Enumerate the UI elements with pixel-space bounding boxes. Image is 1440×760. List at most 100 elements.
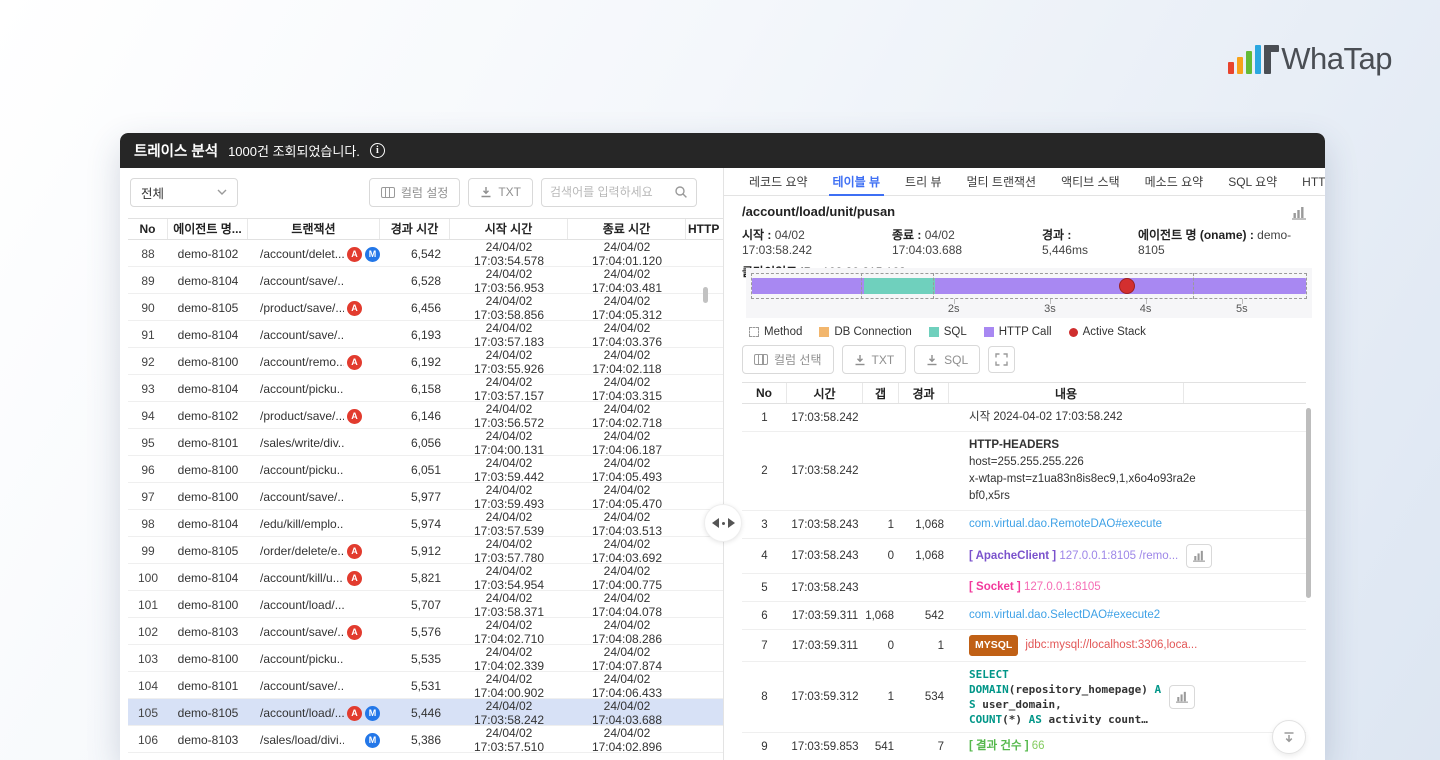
cell-transaction: /account/load/... A M — [248, 705, 380, 721]
cell-content: MYSQL jdbc:mysql://localhost:3306,loca... — [949, 630, 1306, 661]
resize-dot-icon — [721, 521, 725, 525]
expand-button[interactable] — [988, 346, 1016, 373]
left-scrollbar[interactable] — [703, 287, 708, 303]
cell-start-time: 24/04/02 17:04:02.710 — [473, 618, 545, 646]
search-input[interactable] — [550, 185, 674, 199]
column-header[interactable]: 내용 — [949, 383, 1184, 403]
column-header[interactable]: 시간 — [787, 383, 863, 403]
trace-row[interactable]: 5 17:03:58.243 [ Socket ] 127.0.0.1:8105 — [742, 574, 1306, 602]
trace-row[interactable]: 4 17:03:58.243 0 1,068 [ ApacheClient ] 127.… — [742, 539, 1306, 574]
cell-transaction: /product/save/... A — [248, 300, 380, 316]
timeline-legend: Method DB Connection SQL HTTP Call Active St… — [749, 326, 1146, 338]
table-row[interactable]: 93 demo-8104/account/picku... 6,158 24/04/0… — [128, 375, 723, 403]
transaction-path: /account/load/... — [260, 706, 344, 720]
cell-no: 91 — [141, 328, 155, 342]
cell-no: 94 — [141, 409, 155, 423]
table-row[interactable]: 106 demo-8103/sales/load/divi... M 5,386 24/… — [128, 726, 723, 754]
table-row[interactable]: 99 demo-8105/order/delete/e... A 5,912 24/04… — [128, 537, 723, 565]
column-header[interactable]: 트랜잭션 — [248, 219, 380, 239]
cell-content: SELECT DOMAIN(repository_homepage) AS use… — [949, 662, 1306, 732]
cell-no: 3 — [761, 518, 768, 531]
trace-row[interactable]: 6 17:03:59.311 1,068 542 com.virtual.dao.Sel… — [742, 602, 1306, 630]
cell-elapsed: 5,531 — [410, 679, 441, 693]
row-chart-button[interactable] — [1186, 544, 1213, 568]
column-select-button[interactable]: 컬럼 선택 — [742, 345, 834, 374]
transaction-path: /product/save/... — [260, 409, 344, 423]
tab-4[interactable]: 멀티 트랜잭션 — [967, 168, 1037, 196]
sql-download-button[interactable]: SQL — [914, 345, 981, 374]
table-row[interactable]: 90 demo-8105/product/save/... A 6,456 24/04/… — [128, 294, 723, 322]
legend-item: Active Stack — [1068, 326, 1146, 338]
table-row[interactable]: 101 demo-8100/account/load/... 5,707 24/04/… — [128, 591, 723, 619]
column-header[interactable]: 경과 — [899, 383, 949, 403]
txt-download-button-right[interactable]: TXT — [841, 345, 907, 374]
column-header[interactable]: 에이전트 명... — [168, 219, 248, 239]
table-row[interactable]: 89 demo-8104/account/save/... 6,528 24/04/0… — [128, 267, 723, 295]
table-row[interactable]: 97 demo-8100/account/save/... 5,977 24/04/0… — [128, 483, 723, 511]
panel-resize-handle[interactable] — [704, 504, 742, 542]
table-row[interactable]: 103 demo-8100/account/picku... 5,535 24/04/… — [128, 645, 723, 673]
active-stack-marker[interactable] — [1118, 278, 1135, 294]
multi-badge — [365, 274, 380, 289]
tab-3[interactable]: 트리 뷰 — [905, 168, 941, 196]
cell-elapsed: 6,158 — [410, 382, 441, 396]
column-settings-button[interactable]: 컬럼 설정 — [368, 177, 461, 207]
tab-1[interactable]: 레코드 요약 — [749, 168, 808, 196]
info-icon[interactable]: i — [369, 143, 385, 158]
cell-transaction: /edu/kill/emplo... — [248, 517, 380, 532]
content-text: AS — [1028, 713, 1042, 726]
cell-elapsed: 6,056 — [410, 436, 441, 450]
tab-2[interactable]: 테이블 뷰 — [828, 168, 884, 196]
table-row[interactable]: 102 demo-8103/account/save/... A 5,576 24/04… — [128, 618, 723, 646]
search-box — [541, 177, 697, 207]
table-row[interactable]: 104 demo-8101/account/save/... 5,531 24/04/… — [128, 672, 723, 700]
search-icon[interactable] — [674, 185, 688, 199]
tab-7[interactable]: SQL 요약 — [1228, 168, 1277, 196]
row-chart-button[interactable] — [1169, 685, 1196, 709]
tab-5[interactable]: 액티브 스택 — [1061, 168, 1120, 196]
trace-row[interactable]: 8 17:03:59.312 1 534 SELECT DOMAIN(repository… — [742, 662, 1306, 733]
table-row[interactable]: 105 demo-8105/account/load/... A M 5,446 24/0… — [128, 699, 723, 727]
trace-row[interactable]: 3 17:03:58.243 1 1,068 com.virtual.dao.Remot… — [742, 511, 1306, 539]
table-row[interactable]: 98 demo-8104/edu/kill/emplo... 5,974 24/04/… — [128, 510, 723, 538]
method-link[interactable]: com.virtual.dao.SelectDAO#execute2 — [969, 609, 1160, 621]
txt-download-button[interactable]: TXT — [468, 177, 533, 207]
column-header[interactable]: 갭 — [863, 383, 899, 403]
table-row[interactable]: 96 demo-8100/account/picku... 6,051 24/04/0… — [128, 456, 723, 484]
cell-transaction: /order/delete/e... A — [248, 543, 380, 559]
table-row[interactable]: 91 demo-8104/account/save/... 6,193 24/04/0… — [128, 321, 723, 349]
column-header[interactable]: 시작 시간 — [450, 219, 568, 239]
cell-transaction: /account/remo... A — [248, 354, 380, 370]
trace-row[interactable]: 1 17:03:58.242 시작 2024-04-02 17:03:58.242 — [742, 404, 1306, 432]
table-row[interactable]: 88 demo-8102/account/delet... A M 6,542 24/04… — [128, 240, 723, 268]
cell-end-time: 24/04/02 17:04:06.433 — [591, 672, 663, 700]
right-scrollbar[interactable] — [1306, 408, 1311, 598]
cell-end-time: 24/04/02 17:04:07.874 — [591, 645, 663, 673]
column-header[interactable]: No — [742, 383, 787, 403]
scroll-to-bottom-button[interactable] — [1272, 720, 1306, 754]
tab-8[interactable]: HTTP Call 요약 — [1302, 168, 1325, 196]
filter-dropdown[interactable]: 전체 — [130, 177, 238, 207]
table-row[interactable]: 100 demo-8104/account/kill/u... A 5,821 24/0… — [128, 564, 723, 592]
trace-row[interactable]: 7 17:03:59.311 0 1 MYSQL jdbc:mysql://localho… — [742, 630, 1306, 662]
error-badge — [347, 733, 362, 748]
column-header[interactable] — [1184, 383, 1306, 403]
cell-elapsed: 1,068 — [915, 550, 944, 562]
error-badge: A — [347, 300, 362, 316]
chart-icon[interactable] — [1291, 206, 1307, 225]
transaction-path: /edu/kill/emplo... — [260, 517, 344, 531]
tab-6[interactable]: 메소드 요약 — [1145, 168, 1204, 196]
table-row[interactable]: 95 demo-8101/sales/write/div... 6,056 24/04… — [128, 429, 723, 457]
method-link[interactable]: com.virtual.dao.RemoteDAO#execute — [969, 518, 1162, 530]
trace-row[interactable]: 9 17:03:59.853 541 7 [ 결과 건수 ] 66 — [742, 733, 1306, 760]
cell-start-time: 24/04/02 17:03:56.572 — [473, 402, 545, 430]
trace-row[interactable]: 2 17:03:58.242 HTTP-HEADERS host=255.255.25… — [742, 432, 1306, 511]
table-row[interactable]: 94 demo-8102/product/save/... A 6,146 24/04/… — [128, 402, 723, 430]
column-header[interactable]: HTTP — [686, 219, 723, 239]
column-header[interactable]: 경과 시간 — [380, 219, 450, 239]
column-header[interactable]: 종료 시간 — [568, 219, 686, 239]
cell-content: [ Socket ] 127.0.0.1:8105 — [949, 574, 1306, 601]
column-header[interactable]: No — [128, 219, 168, 239]
trace-timeline[interactable]: 2s 3s 4s 5s — [746, 268, 1312, 318]
table-row[interactable]: 92 demo-8100/account/remo... A 6,192 24/04/0… — [128, 348, 723, 376]
